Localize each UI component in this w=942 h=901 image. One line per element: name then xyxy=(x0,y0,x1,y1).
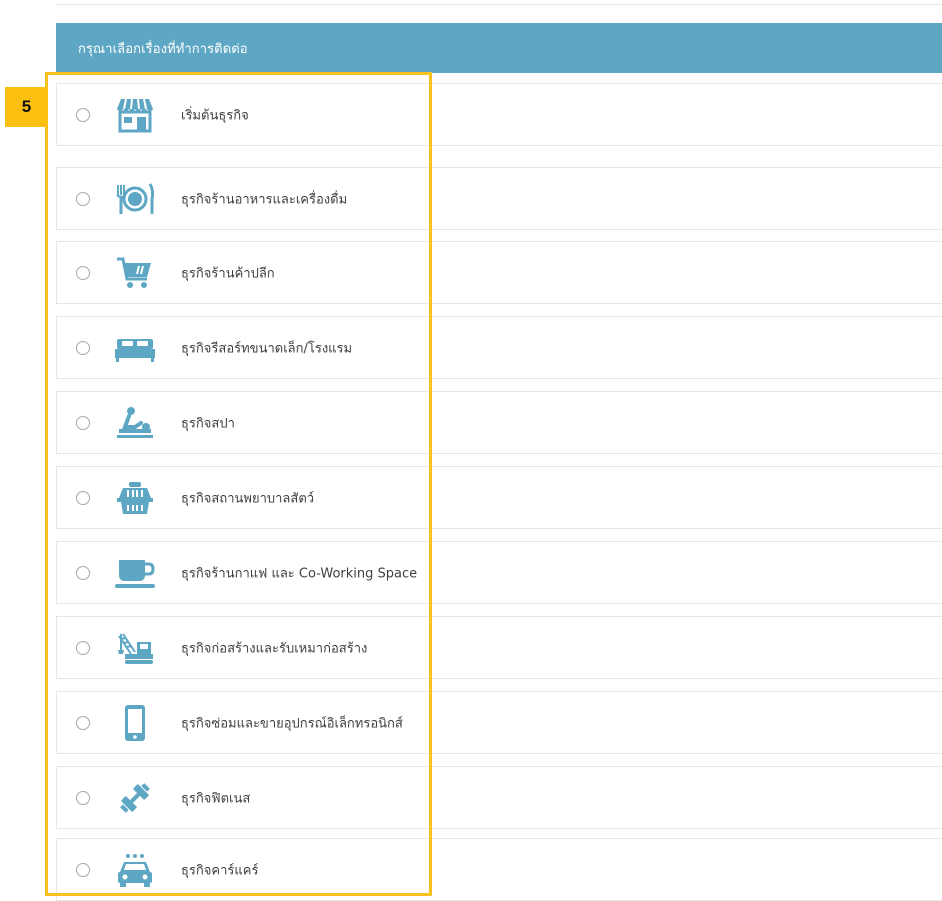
option-start-business[interactable]: เริ่มต้นธุรกิจ xyxy=(56,83,942,146)
option-retail[interactable]: ธุรกิจร้านค้าปลีก xyxy=(56,241,942,304)
option-label: ธุรกิจฟิตเนส xyxy=(181,791,251,806)
topic-option-list: เริ่มต้นธุรกิจ ธุรกิจร้านอาหารและเครื่อง… xyxy=(56,0,942,901)
option-label: ธุรกิจร้านกาแฟ และ Co-Working Space xyxy=(181,566,418,581)
option-label: เริ่มต้นธุรกิจ xyxy=(181,108,249,123)
radio-button[interactable] xyxy=(76,191,90,206)
option-coffee-coworking[interactable]: ธุรกิจร้านกาแฟ และ Co-Working Space xyxy=(56,541,942,604)
radio-button[interactable] xyxy=(76,715,90,730)
option-label: ธุรกิจซ่อมและขายอุปกรณ์อิเล็กทรอนิกส์ xyxy=(181,716,403,731)
radio-button[interactable] xyxy=(76,107,90,122)
step-badge: 5 xyxy=(5,87,48,127)
massage-icon xyxy=(112,404,158,442)
radio-button[interactable] xyxy=(76,415,90,430)
coffee-cup-icon xyxy=(112,554,158,592)
radio-button[interactable] xyxy=(76,790,90,805)
option-label: ธุรกิจคาร์แคร์ xyxy=(181,863,259,878)
car-wash-icon xyxy=(112,851,158,889)
radio-button[interactable] xyxy=(76,565,90,580)
option-car-care[interactable]: ธุรกิจคาร์แคร์ xyxy=(56,838,942,901)
radio-button[interactable] xyxy=(76,490,90,505)
dumbbell-icon xyxy=(112,779,158,817)
fork-plate-knife-icon xyxy=(112,180,158,218)
storefront-icon xyxy=(112,96,158,134)
option-fitness[interactable]: ธุรกิจฟิตเนส xyxy=(56,766,942,829)
option-label: ธุรกิจก่อสร้างและรับเหมาก่อสร้าง xyxy=(181,641,368,656)
shopping-cart-icon xyxy=(112,254,158,292)
radio-button[interactable] xyxy=(76,862,90,877)
crane-truck-icon xyxy=(112,629,158,667)
pet-carrier-icon xyxy=(112,479,158,517)
option-label: ธุรกิจสถานพยาบาลสัตว์ xyxy=(181,491,315,506)
option-label: ธุรกิจรีสอร์ทขนาดเล็ก/โรงแรม xyxy=(181,341,353,356)
smartphone-icon xyxy=(112,704,158,742)
option-spa[interactable]: ธุรกิจสปา xyxy=(56,391,942,454)
option-resort-hotel[interactable]: ธุรกิจรีสอร์ทขนาดเล็ก/โรงแรม xyxy=(56,316,942,379)
option-label: ธุรกิจร้านค้าปลีก xyxy=(181,266,275,281)
radio-button[interactable] xyxy=(76,340,90,355)
option-label: ธุรกิจร้านอาหารและเครื่องดื่ม xyxy=(181,192,348,207)
option-veterinary[interactable]: ธุรกิจสถานพยาบาลสัตว์ xyxy=(56,466,942,529)
option-restaurant[interactable]: ธุรกิจร้านอาหารและเครื่องดื่ม xyxy=(56,167,942,230)
bed-icon xyxy=(112,329,158,367)
radio-button[interactable] xyxy=(76,265,90,280)
radio-button[interactable] xyxy=(76,640,90,655)
option-construction[interactable]: ธุรกิจก่อสร้างและรับเหมาก่อสร้าง xyxy=(56,616,942,679)
option-label: ธุรกิจสปา xyxy=(181,416,235,431)
option-electronics-repair[interactable]: ธุรกิจซ่อมและขายอุปกรณ์อิเล็กทรอนิกส์ xyxy=(56,691,942,754)
